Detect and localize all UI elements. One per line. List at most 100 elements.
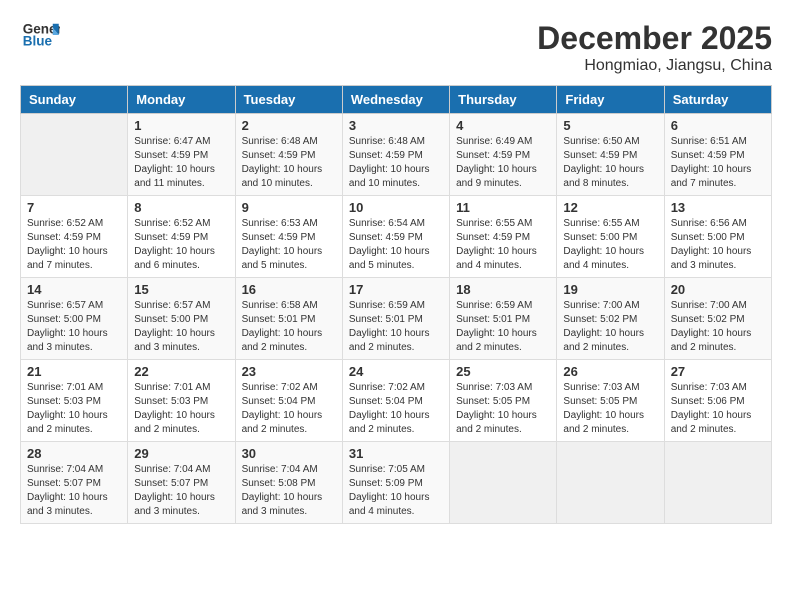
day-number: 9 [242, 200, 336, 215]
calendar-cell: 27 Sunrise: 7:03 AM Sunset: 5:06 PM Dayli… [664, 360, 771, 442]
day-info: Sunrise: 7:03 AM Sunset: 5:06 PM Dayligh… [671, 381, 765, 437]
day-info: Sunrise: 7:00 AM Sunset: 5:02 PM Dayligh… [671, 299, 765, 355]
calendar-body: 1Sunrise: 6:47 AM Sunset: 4:59 PM Daylig… [21, 114, 772, 524]
day-header-monday: Monday [128, 86, 235, 114]
day-info: Sunrise: 6:52 AM Sunset: 4:59 PM Dayligh… [134, 217, 228, 273]
calendar-table: SundayMondayTuesdayWednesdayThursdayFrid… [20, 85, 772, 524]
day-info: Sunrise: 6:48 AM Sunset: 4:59 PM Dayligh… [242, 135, 336, 191]
day-header-friday: Friday [557, 86, 664, 114]
day-header-sunday: Sunday [21, 86, 128, 114]
day-number: 26 [563, 364, 657, 379]
calendar-cell: 3 Sunrise: 6:48 AM Sunset: 4:59 PM Daylig… [342, 114, 449, 196]
day-number: 19 [563, 282, 657, 297]
calendar-cell: 1Sunrise: 6:47 AM Sunset: 4:59 PM Daylig… [128, 114, 235, 196]
day-number: 1 [134, 118, 228, 133]
day-number: 28 [27, 446, 121, 461]
day-number: 20 [671, 282, 765, 297]
day-number: 12 [563, 200, 657, 215]
day-header-thursday: Thursday [450, 86, 557, 114]
calendar-cell: 22 Sunrise: 7:01 AM Sunset: 5:03 PM Dayli… [128, 360, 235, 442]
day-number: 24 [349, 364, 443, 379]
day-number: 2 [242, 118, 336, 133]
logo: General Blue [20, 20, 64, 50]
day-info: Sunrise: 7:01 AM Sunset: 5:03 PM Dayligh… [27, 381, 121, 437]
day-number: 13 [671, 200, 765, 215]
calendar-cell [21, 114, 128, 196]
logo-icon: General Blue [20, 20, 60, 50]
day-number: 23 [242, 364, 336, 379]
calendar-cell: 19Sunrise: 7:00 AM Sunset: 5:02 PM Dayli… [557, 278, 664, 360]
day-number: 30 [242, 446, 336, 461]
day-info: Sunrise: 6:51 AM Sunset: 4:59 PM Dayligh… [671, 135, 765, 191]
week-row-2: 7 Sunrise: 6:52 AM Sunset: 4:59 PM Daylig… [21, 196, 772, 278]
day-number: 5 [563, 118, 657, 133]
svg-text:Blue: Blue [23, 34, 53, 49]
day-number: 6 [671, 118, 765, 133]
day-number: 21 [27, 364, 121, 379]
calendar-cell: 4 Sunrise: 6:49 AM Sunset: 4:59 PM Daylig… [450, 114, 557, 196]
day-info: Sunrise: 6:55 AM Sunset: 5:00 PM Dayligh… [563, 217, 657, 273]
calendar-cell: 16 Sunrise: 6:58 AM Sunset: 5:01 PM Dayli… [235, 278, 342, 360]
calendar-cell: 18Sunrise: 6:59 AM Sunset: 5:01 PM Dayli… [450, 278, 557, 360]
calendar-cell: 11 Sunrise: 6:55 AM Sunset: 4:59 PM Dayli… [450, 196, 557, 278]
day-info: Sunrise: 7:02 AM Sunset: 5:04 PM Dayligh… [242, 381, 336, 437]
day-number: 10 [349, 200, 443, 215]
day-info: Sunrise: 7:04 AM Sunset: 5:08 PM Dayligh… [242, 463, 336, 519]
calendar-cell: 8 Sunrise: 6:52 AM Sunset: 4:59 PM Daylig… [128, 196, 235, 278]
day-number: 3 [349, 118, 443, 133]
day-number: 8 [134, 200, 228, 215]
calendar-header-row: SundayMondayTuesdayWednesdayThursdayFrid… [21, 86, 772, 114]
day-info: Sunrise: 6:52 AM Sunset: 4:59 PM Dayligh… [27, 217, 121, 273]
location: Hongmiao, Jiangsu, China [537, 57, 772, 75]
calendar-cell [664, 442, 771, 524]
calendar-cell: 12 Sunrise: 6:55 AM Sunset: 5:00 PM Dayli… [557, 196, 664, 278]
day-info: Sunrise: 7:03 AM Sunset: 5:05 PM Dayligh… [456, 381, 550, 437]
calendar-cell: 24Sunrise: 7:02 AM Sunset: 5:04 PM Dayli… [342, 360, 449, 442]
calendar-cell: 2 Sunrise: 6:48 AM Sunset: 4:59 PM Daylig… [235, 114, 342, 196]
calendar-cell: 21 Sunrise: 7:01 AM Sunset: 5:03 PM Dayli… [21, 360, 128, 442]
day-info: Sunrise: 6:57 AM Sunset: 5:00 PM Dayligh… [134, 299, 228, 355]
month-title: December 2025 [537, 20, 772, 57]
day-info: Sunrise: 6:49 AM Sunset: 4:59 PM Dayligh… [456, 135, 550, 191]
calendar-cell: 10 Sunrise: 6:54 AM Sunset: 4:59 PM Dayli… [342, 196, 449, 278]
day-number: 27 [671, 364, 765, 379]
week-row-5: 28 Sunrise: 7:04 AM Sunset: 5:07 PM Dayli… [21, 442, 772, 524]
day-header-saturday: Saturday [664, 86, 771, 114]
day-info: Sunrise: 7:01 AM Sunset: 5:03 PM Dayligh… [134, 381, 228, 437]
title-block: December 2025 Hongmiao, Jiangsu, China [537, 20, 772, 75]
calendar-cell: 25Sunrise: 7:03 AM Sunset: 5:05 PM Dayli… [450, 360, 557, 442]
calendar-cell: 20 Sunrise: 7:00 AM Sunset: 5:02 PM Dayli… [664, 278, 771, 360]
day-number: 15 [134, 282, 228, 297]
day-number: 14 [27, 282, 121, 297]
calendar-cell: 15 Sunrise: 6:57 AM Sunset: 5:00 PM Dayli… [128, 278, 235, 360]
day-info: Sunrise: 6:55 AM Sunset: 4:59 PM Dayligh… [456, 217, 550, 273]
day-info: Sunrise: 6:59 AM Sunset: 5:01 PM Dayligh… [349, 299, 443, 355]
calendar-cell [557, 442, 664, 524]
day-info: Sunrise: 6:53 AM Sunset: 4:59 PM Dayligh… [242, 217, 336, 273]
day-number: 31 [349, 446, 443, 461]
day-number: 11 [456, 200, 550, 215]
day-info: Sunrise: 6:54 AM Sunset: 4:59 PM Dayligh… [349, 217, 443, 273]
calendar-cell: 5 Sunrise: 6:50 AM Sunset: 4:59 PM Daylig… [557, 114, 664, 196]
day-info: Sunrise: 6:58 AM Sunset: 5:01 PM Dayligh… [242, 299, 336, 355]
calendar-cell [450, 442, 557, 524]
day-number: 22 [134, 364, 228, 379]
calendar-cell: 17Sunrise: 6:59 AM Sunset: 5:01 PM Dayli… [342, 278, 449, 360]
day-info: Sunrise: 6:48 AM Sunset: 4:59 PM Dayligh… [349, 135, 443, 191]
day-header-wednesday: Wednesday [342, 86, 449, 114]
day-info: Sunrise: 6:56 AM Sunset: 5:00 PM Dayligh… [671, 217, 765, 273]
week-row-1: 1Sunrise: 6:47 AM Sunset: 4:59 PM Daylig… [21, 114, 772, 196]
day-number: 18 [456, 282, 550, 297]
day-number: 7 [27, 200, 121, 215]
day-info: Sunrise: 7:03 AM Sunset: 5:05 PM Dayligh… [563, 381, 657, 437]
day-number: 4 [456, 118, 550, 133]
calendar-cell: 31 Sunrise: 7:05 AM Sunset: 5:09 PM Dayli… [342, 442, 449, 524]
day-info: Sunrise: 7:05 AM Sunset: 5:09 PM Dayligh… [349, 463, 443, 519]
week-row-4: 21 Sunrise: 7:01 AM Sunset: 5:03 PM Dayli… [21, 360, 772, 442]
calendar-cell: 29Sunrise: 7:04 AM Sunset: 5:07 PM Dayli… [128, 442, 235, 524]
day-number: 29 [134, 446, 228, 461]
day-info: Sunrise: 6:50 AM Sunset: 4:59 PM Dayligh… [563, 135, 657, 191]
page-header: General Blue December 2025 Hongmiao, Jia… [20, 20, 772, 75]
day-number: 16 [242, 282, 336, 297]
day-info: Sunrise: 7:04 AM Sunset: 5:07 PM Dayligh… [27, 463, 121, 519]
